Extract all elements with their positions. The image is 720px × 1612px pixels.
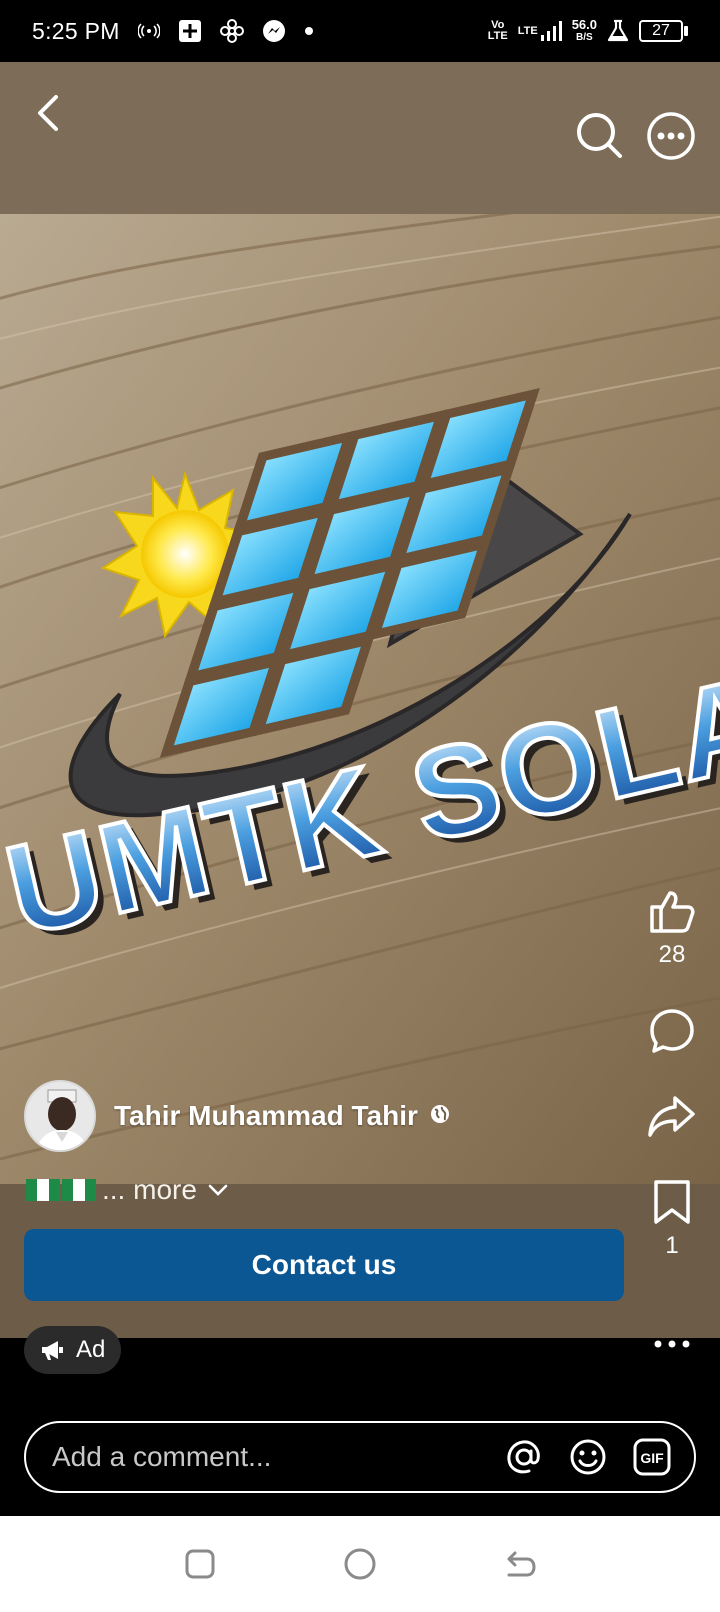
volte-indicator: Vo LTE xyxy=(488,20,508,42)
pinwheel-icon xyxy=(219,19,244,43)
post-author[interactable]: Tahir Muhammad Tahir xyxy=(24,1080,450,1152)
caption-more-link[interactable]: ... more xyxy=(102,1174,197,1206)
signal-icon: LTE xyxy=(518,21,562,41)
add-box-icon xyxy=(178,19,202,43)
back-arrow-icon xyxy=(507,1551,536,1577)
battery-level: 27 xyxy=(639,20,683,42)
system-nav-bar xyxy=(0,1516,720,1612)
speed-value: 56.0 xyxy=(571,17,597,32)
share-arrow-icon xyxy=(648,1096,695,1137)
post-more-icon[interactable] xyxy=(652,1334,692,1354)
contact-us-button[interactable]: Contact us xyxy=(24,1229,624,1301)
nigeria-flag-icon xyxy=(62,1179,96,1201)
status-time: 5:25 PM xyxy=(32,17,120,44)
square-icon xyxy=(185,1549,215,1579)
more-horizontal-icon xyxy=(647,112,695,160)
hotspot-icon xyxy=(137,23,160,39)
share-button[interactable] xyxy=(644,1092,700,1140)
battery-icon: 27 xyxy=(639,20,688,42)
notification-dot-icon xyxy=(304,26,314,36)
flask-icon xyxy=(607,19,629,43)
megaphone-icon xyxy=(42,1341,63,1360)
chevron-left-icon xyxy=(38,95,58,131)
back-nav-button[interactable] xyxy=(490,1534,550,1594)
comment-button[interactable] xyxy=(644,1007,700,1055)
like-button[interactable]: 28 xyxy=(644,887,700,969)
svg-text:GIF: GIF xyxy=(640,1450,664,1466)
ad-badge[interactable]: Ad xyxy=(24,1326,122,1374)
network-speed: 56.0 B/S xyxy=(572,18,597,44)
messenger-icon xyxy=(262,19,286,43)
home-button[interactable] xyxy=(330,1534,390,1594)
volte-bottom: LTE xyxy=(487,30,508,42)
network-type: LTE xyxy=(517,24,538,37)
bookmark-icon xyxy=(654,1180,690,1224)
thumbs-up-icon xyxy=(650,891,695,933)
post-image[interactable]: UMTK SOLAR UMTK SOLAR xyxy=(0,214,720,1184)
save-button[interactable]: 1 xyxy=(644,1178,700,1260)
mention-icon[interactable] xyxy=(504,1437,544,1477)
chevron-down-icon xyxy=(208,1184,228,1196)
like-count: 28 xyxy=(658,941,686,968)
search-button[interactable] xyxy=(574,110,626,162)
back-button[interactable] xyxy=(22,88,72,138)
status-bar: 5:25 PM Vo LTE LTE 56.0 B/S 27 xyxy=(0,0,720,62)
avatar-image xyxy=(26,1082,94,1150)
emoji-icon[interactable] xyxy=(568,1437,608,1477)
search-icon xyxy=(577,113,622,158)
more-options-button[interactable] xyxy=(645,110,697,162)
speed-unit: B/S xyxy=(576,32,593,43)
comment-bubble-icon xyxy=(650,1009,694,1053)
circle-icon xyxy=(344,1548,376,1580)
ad-label: Ad xyxy=(76,1336,106,1363)
post-media[interactable]: UMTK SOLAR UMTK SOLAR 28 1 Tahir Muhamma… xyxy=(0,62,720,1338)
comment-placeholder[interactable]: Add a comment... xyxy=(52,1441,504,1473)
post-caption[interactable]: ... more xyxy=(26,1174,229,1206)
avatar[interactable] xyxy=(24,1080,96,1152)
author-name[interactable]: Tahir Muhammad Tahir xyxy=(114,1100,418,1132)
recent-apps-button[interactable] xyxy=(170,1534,230,1594)
save-count: 1 xyxy=(665,1232,679,1259)
globe-icon xyxy=(430,1104,450,1129)
nigeria-flag-icon xyxy=(26,1179,60,1201)
comment-input[interactable]: Add a comment... GIF xyxy=(24,1421,696,1493)
gif-icon[interactable]: GIF xyxy=(632,1437,672,1477)
